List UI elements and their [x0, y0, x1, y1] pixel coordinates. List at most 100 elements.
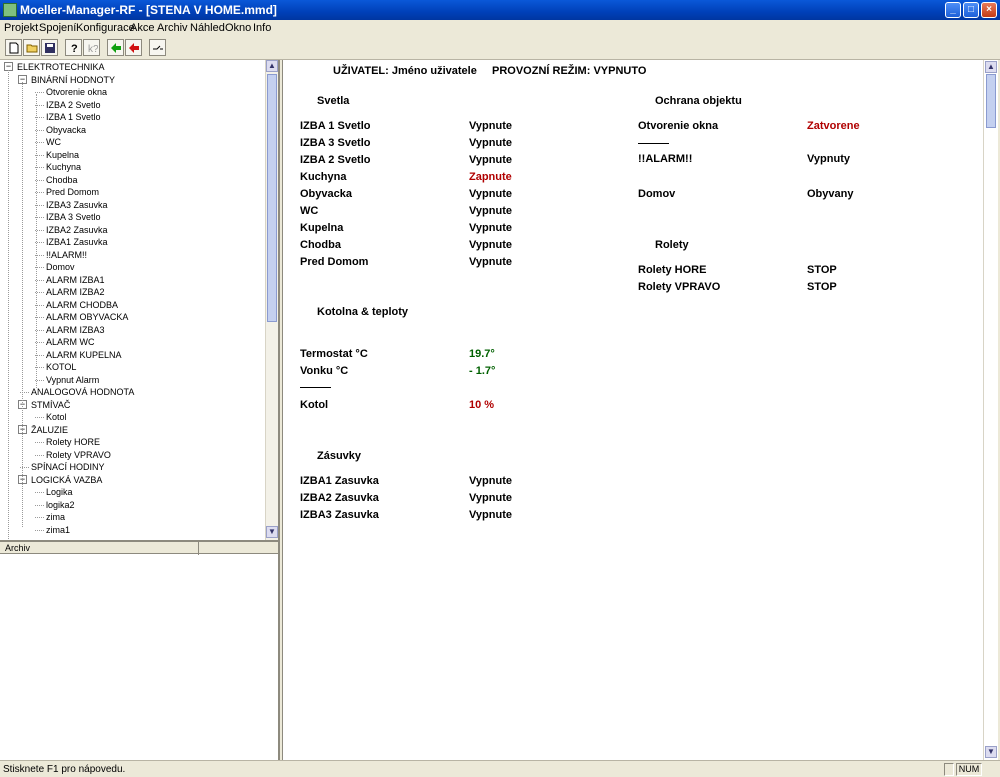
blinds-up-name[interactable]: Rolety HORE — [638, 264, 706, 276]
alarm-value[interactable]: Vypnuty — [807, 153, 850, 165]
main-scroll-up-icon[interactable]: ▲ — [985, 61, 997, 73]
tree-group-binary[interactable]: BINÁRNÍ HODNOTY — [31, 74, 115, 86]
line-icon[interactable] — [149, 39, 166, 56]
light-value[interactable]: Vypnute — [469, 188, 512, 200]
menu-info[interactable]: Info — [253, 22, 271, 34]
light-name[interactable]: IZBA 2 Svetlo — [300, 154, 371, 166]
window-value[interactable]: Zatvorene — [807, 120, 860, 132]
tree-item[interactable]: IZBA1 Zasuvka — [46, 236, 108, 248]
tree-item[interactable]: Kuchyna — [46, 161, 81, 173]
tree-group-blinds[interactable]: ŽALUZIE — [31, 424, 68, 436]
column-separator[interactable] — [198, 542, 199, 555]
menu-akce[interactable]: Akce — [130, 22, 154, 34]
socket-name[interactable]: IZBA3 Zasuvka — [300, 509, 379, 521]
light-value[interactable]: Vypnute — [469, 256, 512, 268]
scroll-down-icon[interactable]: ▼ — [266, 526, 278, 538]
tree-item[interactable]: ALARM IZBA1 — [46, 274, 105, 286]
tree-item[interactable]: ALARM KUPELNA — [46, 349, 122, 361]
tree-item[interactable]: Otvorenie okna — [46, 86, 107, 98]
connect-icon[interactable] — [107, 39, 124, 56]
app-icon[interactable] — [3, 3, 17, 17]
tree-item[interactable]: KOTOL — [46, 361, 76, 373]
tree-item[interactable]: ALARM CHODBA — [46, 299, 118, 311]
disconnect-icon[interactable] — [125, 39, 142, 56]
light-value[interactable]: Vypnute — [469, 154, 512, 166]
minimize-button[interactable]: _ — [945, 2, 961, 18]
context-help-icon[interactable]: k? — [83, 39, 100, 56]
light-name[interactable]: Obyvacka — [300, 188, 352, 200]
light-value[interactable]: Vypnute — [469, 137, 512, 149]
tree-item[interactable]: IZBA2 Zasuvka — [46, 224, 108, 236]
close-button[interactable]: × — [981, 2, 997, 18]
tree-item[interactable]: WC — [46, 136, 61, 148]
tree-item[interactable]: Vypnut Alarm — [46, 374, 99, 386]
socket-name[interactable]: IZBA2 Zasuvka — [300, 492, 379, 504]
menu-spojeni[interactable]: Spojení — [39, 22, 76, 34]
menu-konfigurace[interactable]: Konfigurace — [76, 22, 135, 34]
light-value[interactable]: Vypnute — [469, 205, 512, 217]
light-name[interactable]: Kuchyna — [300, 171, 346, 183]
archiv-column-header[interactable]: Archiv — [5, 543, 30, 553]
tree-item[interactable]: IZBA 3 Svetlo — [46, 211, 101, 223]
help-icon[interactable]: ? — [65, 39, 82, 56]
home-name[interactable]: Domov — [638, 188, 675, 200]
light-name[interactable]: IZBA 3 Svetlo — [300, 137, 371, 149]
home-value[interactable]: Obyvany — [807, 188, 853, 200]
main-scroll-thumb[interactable] — [986, 74, 996, 128]
menu-okno[interactable]: Okno — [225, 22, 251, 34]
main-scrollbar[interactable]: ▲ ▼ — [983, 60, 998, 760]
blinds-right-name[interactable]: Rolety VPRAVO — [638, 281, 720, 293]
tree-item[interactable]: ALARM WC — [46, 336, 95, 348]
light-name[interactable]: Kupelna — [300, 222, 343, 234]
socket-value[interactable]: Vypnute — [469, 492, 512, 504]
boiler-value[interactable]: 10 % — [469, 399, 494, 411]
tree-group-timer[interactable]: SPÍNACÍ HODINY — [31, 461, 105, 473]
socket-value[interactable]: Vypnute — [469, 475, 512, 487]
blinds-up-value[interactable]: STOP — [807, 264, 837, 276]
scroll-up-icon[interactable]: ▲ — [266, 60, 278, 72]
menu-projekt[interactable]: Projekt — [4, 22, 38, 34]
tree-item[interactable]: ALARM IZBA2 — [46, 286, 105, 298]
tree-item[interactable]: logika2 — [46, 499, 75, 511]
menu-nahled[interactable]: Náhled — [190, 22, 225, 34]
alarm-name[interactable]: !!ALARM!! — [638, 153, 692, 165]
light-name[interactable]: Pred Domom — [300, 256, 368, 268]
light-value[interactable]: Vypnute — [469, 239, 512, 251]
tree-item[interactable]: IZBA 1 Svetlo — [46, 111, 101, 123]
blinds-right-value[interactable]: STOP — [807, 281, 837, 293]
tree-item[interactable]: Rolety VPRAVO — [46, 449, 111, 461]
main-scroll-down-icon[interactable]: ▼ — [985, 746, 997, 758]
new-file-icon[interactable] — [5, 39, 22, 56]
tree-group-analog[interactable]: ANALOGOVÁ HODNOTA — [31, 386, 134, 398]
light-name[interactable]: WC — [300, 205, 318, 217]
tree-group-dimmer[interactable]: STMÍVAČ — [31, 399, 70, 411]
tree-item[interactable]: Pred Domom — [46, 186, 99, 198]
light-name[interactable]: Chodba — [300, 239, 341, 251]
tree-item[interactable]: ALARM IZBA3 — [46, 324, 105, 336]
save-icon[interactable] — [41, 39, 58, 56]
tree-item[interactable]: IZBA 2 Svetlo — [46, 99, 101, 111]
tree-item[interactable]: zima1 — [46, 524, 70, 536]
open-folder-icon[interactable] — [23, 39, 40, 56]
light-value[interactable]: Vypnute — [469, 120, 512, 132]
light-value[interactable]: Zapnute — [469, 171, 512, 183]
light-value[interactable]: Vypnute — [469, 222, 512, 234]
tree-item[interactable]: IZBA3 Zasuvka — [46, 199, 108, 211]
tree-item[interactable]: Logika — [46, 486, 73, 498]
tree-item[interactable]: ALARM OBYVACKA — [46, 311, 128, 323]
tree-item[interactable]: Chodba — [46, 174, 78, 186]
maximize-button[interactable]: □ — [963, 2, 979, 18]
tree-group-logic[interactable]: LOGICKÁ VAZBA — [31, 474, 102, 486]
tree-scrollbar[interactable]: ▲ ▼ — [265, 60, 278, 540]
tree-item[interactable]: Domov — [46, 261, 75, 273]
tree-item[interactable]: Obyvacka — [46, 124, 86, 136]
project-tree[interactable]: − ELEKTROTECHNIKA − BINÁRNÍ HODNOTY Otvoreni… — [0, 60, 265, 540]
socket-name[interactable]: IZBA1 Zasuvka — [300, 475, 379, 487]
menu-archiv[interactable]: Archiv — [157, 22, 188, 34]
window-name[interactable]: Otvorenie okna — [638, 120, 718, 132]
light-name[interactable]: IZBA 1 Svetlo — [300, 120, 371, 132]
tree-item[interactable]: !!ALARM!! — [46, 249, 87, 261]
tree-root[interactable]: ELEKTROTECHNIKA — [17, 61, 105, 73]
scroll-thumb[interactable] — [267, 74, 277, 322]
tree-item[interactable]: Kupelna — [46, 149, 79, 161]
